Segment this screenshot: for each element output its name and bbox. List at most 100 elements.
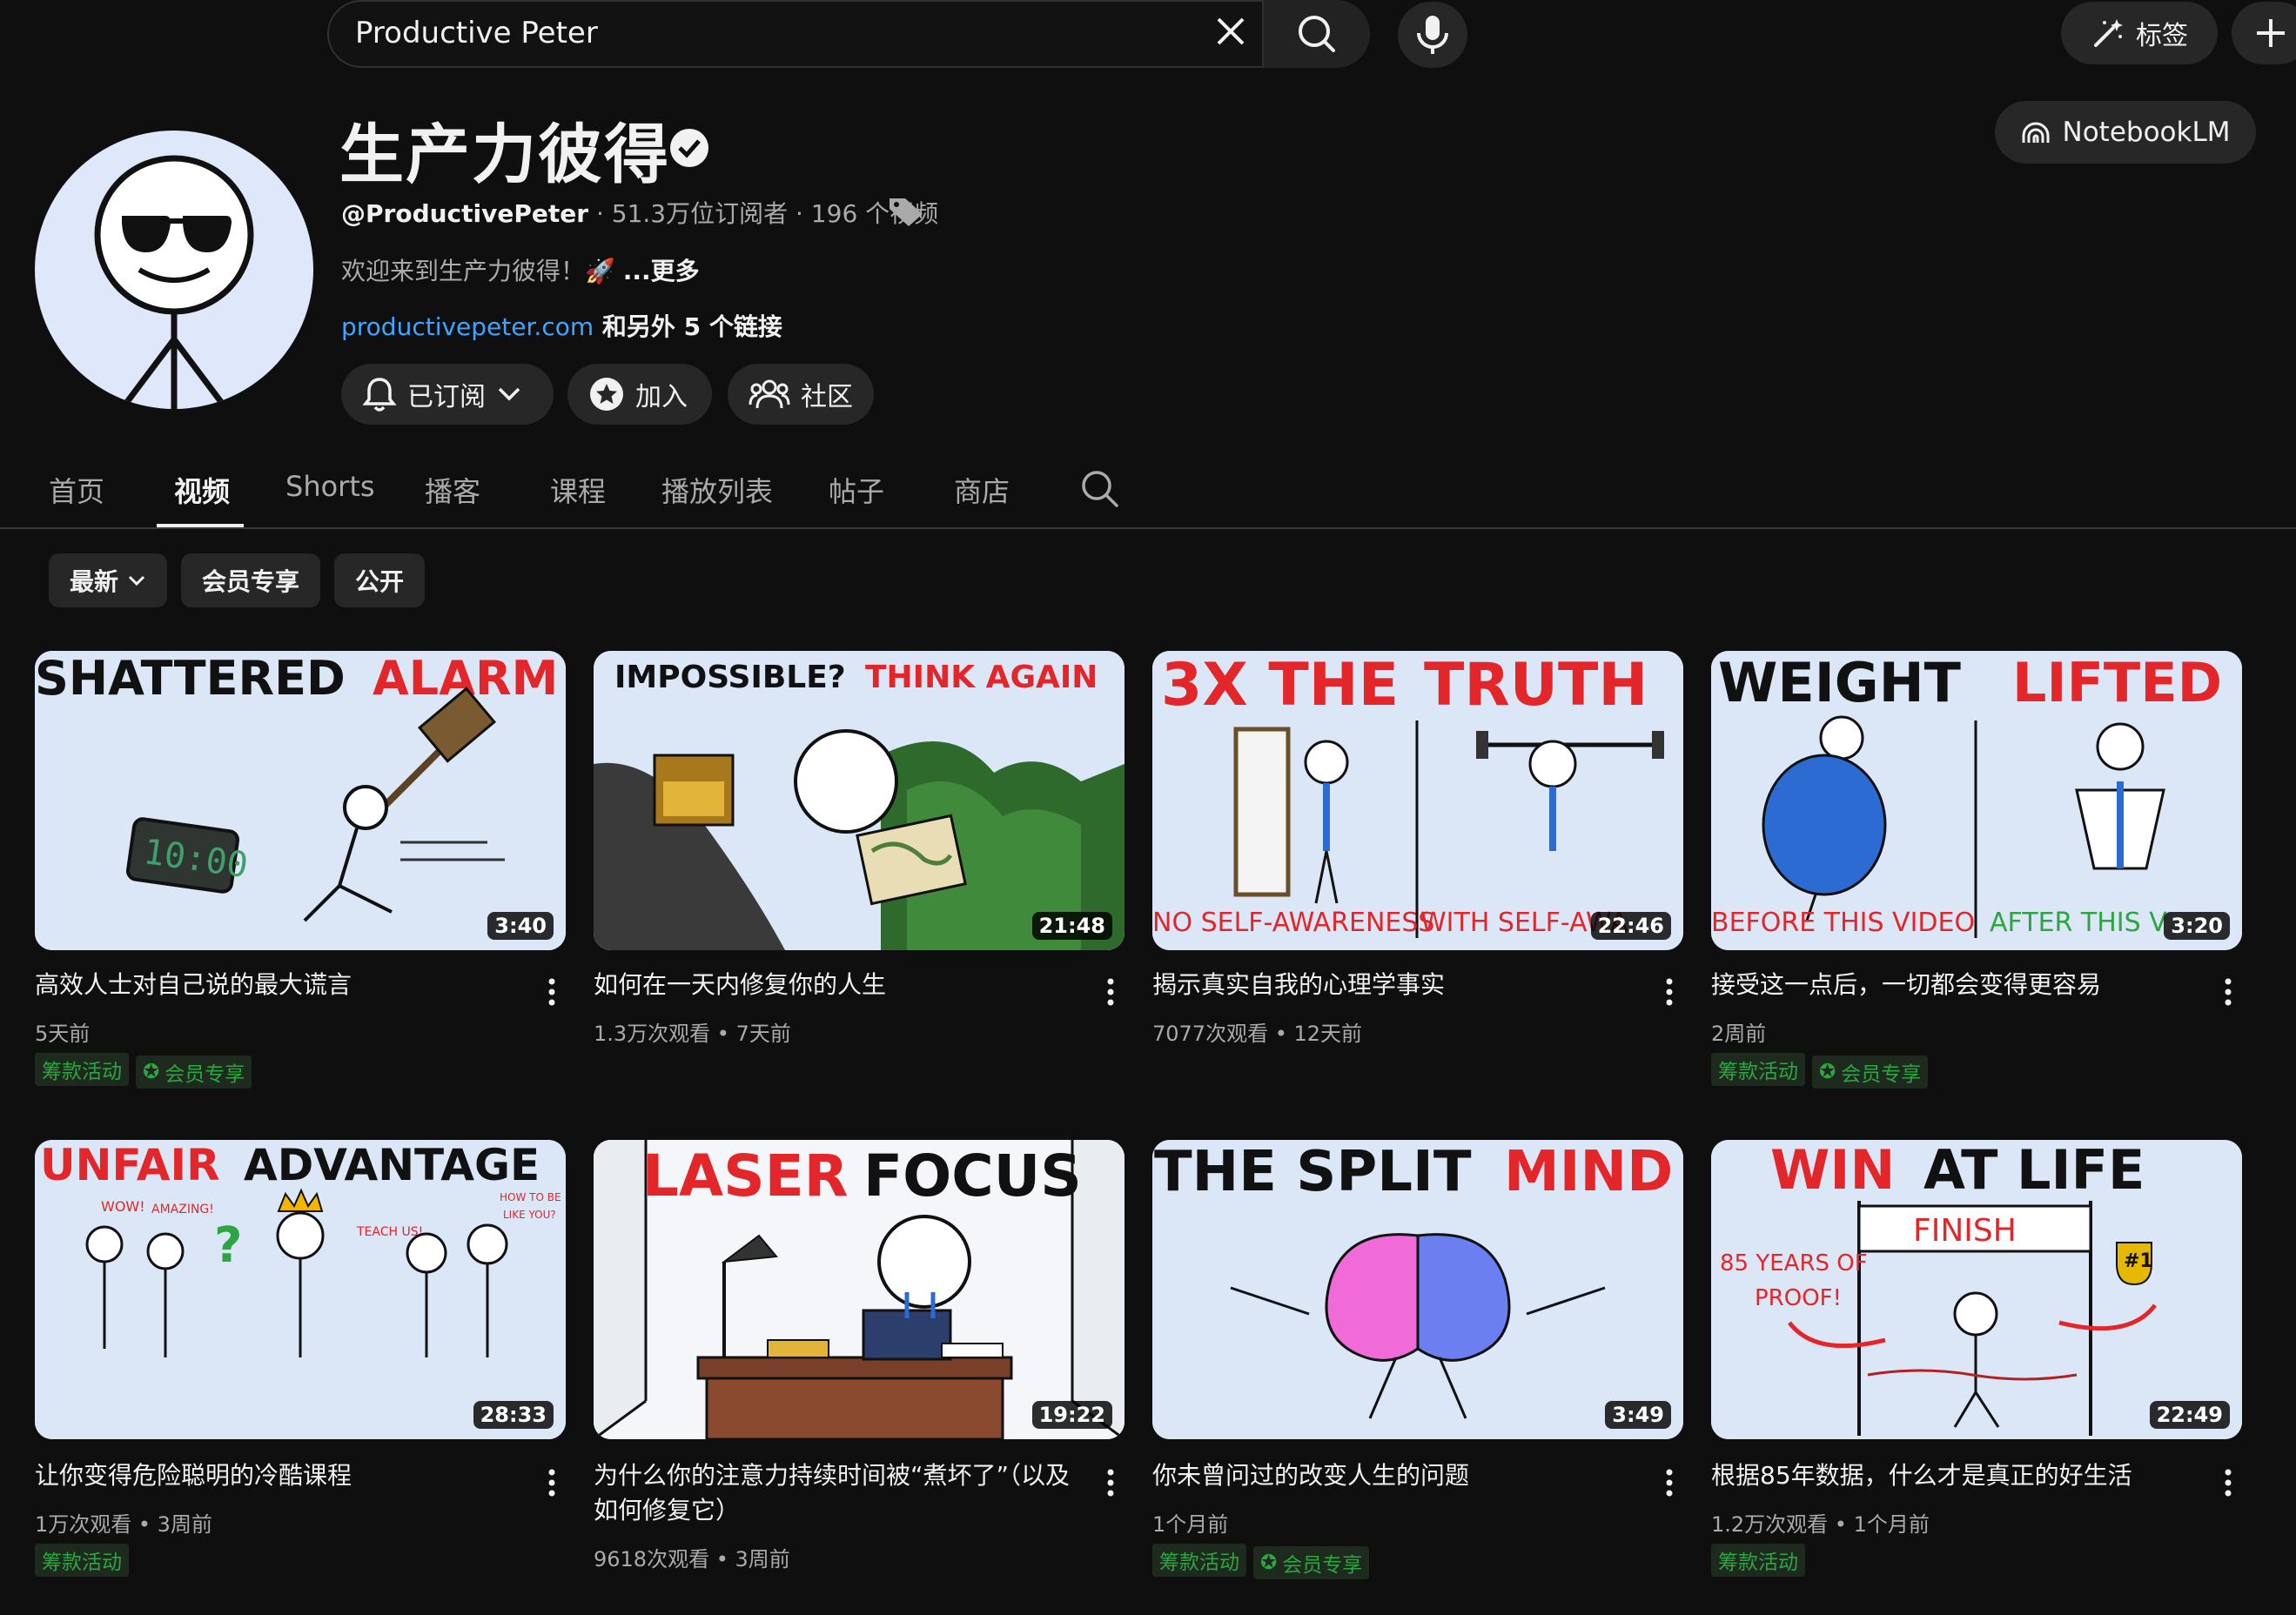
verified-icon [668,127,710,169]
thumb-title-a: WIN [1770,1140,1895,1202]
more-actions-icon[interactable] [1661,1465,1678,1500]
svg-text:?: ? [214,1217,242,1274]
search-input[interactable]: Productive Peter [355,16,598,50]
more-link[interactable]: ...更多 [623,257,700,285]
thumb-caption-right: AFTER THIS V [1990,908,2167,938]
chevron-down-icon [128,575,145,586]
video-title[interactable]: 揭示真实自我的心理学事实 [1152,968,1640,1002]
thumb-title-a: SHATTERED [35,651,346,706]
thumb-title-b: THINK AGAIN [865,660,1098,695]
video-meta: 1.2万次观看 • 1个月前 [1711,1512,1930,1537]
chip-members-only[interactable]: 会员专享 [181,553,320,607]
tab-shorts[interactable]: Shorts [285,470,375,503]
video-thumbnail[interactable]: LASER FOCUS 19:22 [594,1140,1125,1439]
video-title[interactable]: 如何在一天内修复你的人生 [594,968,1081,1002]
video-title[interactable]: 接受这一点后，一切都会变得更容易 [1711,968,2199,1002]
video-title[interactable]: 为什么你的注意力持续时间被“煮坏了”（以及如何修复它） [594,1458,1081,1528]
video-thumbnail[interactable]: IMPOSSIBLE? THINK AGAIN 21:48 [594,651,1125,950]
video-title[interactable]: 高效人士对自己说的最大谎言 [35,968,522,1002]
channel-link[interactable]: productivepeter.com [341,312,594,341]
chevron-down-icon [498,387,520,401]
join-button[interactable]: 加入 [567,364,712,425]
thumb-word: #1 [2124,1250,2153,1272]
tag-label: 标签 [2136,21,2188,51]
more-actions-icon[interactable] [1661,975,1678,1009]
video-meta: 1个月前 [1152,1512,1229,1537]
channel-description[interactable]: 欢迎来到生产力彼得！🚀 ...更多 [341,252,700,287]
fundraiser-badge: 筹款活动 [1711,1544,1805,1577]
more-actions-icon[interactable] [1102,1465,1119,1500]
video-thumbnail[interactable]: SHATTERED ALARM 10:00 3:40 [35,651,566,950]
create-button[interactable] [2232,2,2296,64]
video-title[interactable]: 让你变得危险聪明的冷酷课程 [35,1458,522,1493]
members-icon: ✪ [1260,1551,1278,1574]
video-thumbnail[interactable]: 3X THE TRUTH NO SELF-AWARENESS WITH SELF… [1152,651,1683,950]
thumb-title-b: ADVANTAGE [244,1140,540,1190]
people-icon [749,379,790,409]
thumb-title-a: UNFAIR [40,1140,220,1190]
thumb-word: FINISH [1913,1213,2017,1249]
video-title[interactable]: 你未曾问过的改变人生的问题 [1152,1458,1640,1493]
video-thumbnail[interactable]: WEIGHT LIFTED BEFORE THIS VIDEO AFTER TH… [1711,651,2242,950]
members-badge: ✪ 会员专享 [1253,1546,1370,1579]
thumb-title-a: IMPOSSIBLE? [614,660,846,695]
more-actions-icon[interactable] [2219,1465,2237,1500]
plus-icon [2257,19,2285,47]
video-meta: 7077次观看 • 12天前 [1152,1022,1363,1046]
tab-videos[interactable]: 视频 [174,470,230,510]
channel-links[interactable]: productivepeter.com 和另外 5 个链接 [341,308,782,343]
chip-latest-label: 最新 [69,567,118,596]
thumb-word: WOW! [101,1198,145,1215]
thumb-title-a: LASER [642,1143,849,1210]
channel-avatar[interactable] [35,131,313,409]
chip-latest[interactable]: 最新 [49,553,167,607]
bell-icon [362,378,397,412]
voice-search-button[interactable] [1398,2,1467,68]
tab-courses[interactable]: 课程 [550,470,606,510]
fundraiser-badge: 筹款活动 [35,1053,129,1086]
video-duration: 28:33 [473,1401,554,1429]
tab-podcasts[interactable]: 播客 [425,470,480,510]
more-links[interactable]: 和另外 5 个链接 [594,312,782,341]
video-duration: 3:20 [2164,912,2230,940]
search-button[interactable] [1262,0,1370,68]
video-thumbnail[interactable]: WIN AT LIFE FINISH 85 YEARS OF PROOF! #1… [1711,1140,2242,1439]
tab-playlists[interactable]: 播放列表 [661,470,773,510]
video-meta: 1万次观看 • 3周前 [35,1512,212,1537]
thumb-word: AMAZING! [151,1203,214,1216]
video-thumbnail[interactable]: THE SPLIT MIND 3:49 [1152,1140,1683,1439]
tab-home[interactable]: 首页 [49,470,104,510]
members-badge: ✪ 会员专享 [136,1055,252,1089]
thumb-title-b: AT LIFE [1923,1140,2145,1202]
more-actions-icon[interactable] [2219,975,2237,1009]
video-duration: 19:22 [1031,1401,1112,1429]
tab-posts[interactable]: 帖子 [829,470,884,510]
video-duration: 3:40 [487,912,554,940]
chip-public[interactable]: 公开 [334,553,425,607]
channel-meta: @ProductivePeter · 51.3万位订阅者 · 196 个视频 [341,195,938,230]
members-badge-label: 会员专享 [1282,1554,1363,1577]
members-icon: ✪ [1819,1061,1836,1083]
video-duration: 22:49 [2149,1401,2230,1429]
thumb-word: 85 YEARS OF [1720,1250,1868,1277]
clear-search-icon[interactable] [1212,12,1250,50]
notebooklm-button[interactable]: NotebookLM [1995,101,2256,164]
more-actions-icon[interactable] [1102,975,1119,1009]
community-label: 社区 [801,382,853,412]
community-button[interactable]: 社区 [728,364,874,425]
video-title[interactable]: 根据85年数据，什么才是真正的好生活 [1711,1458,2199,1493]
notebooklm-label: NotebookLM [2062,117,2231,148]
subscribed-button[interactable]: 已订阅 [341,364,554,425]
video-thumbnail[interactable]: UNFAIR ADVANTAGE WOW! AMAZING! TEACH US!… [35,1140,566,1439]
tab-store[interactable]: 商店 [954,470,1010,510]
members-badge: ✪ 会员专享 [1812,1055,1929,1089]
more-actions-icon[interactable] [543,1465,561,1500]
tag-button[interactable]: 标签 [2061,2,2218,64]
more-actions-icon[interactable] [543,975,561,1009]
join-label: 加入 [635,382,688,412]
channel-search-icon[interactable] [1079,468,1121,513]
price-tag-icon[interactable] [886,193,926,228]
video-duration: 21:48 [1031,912,1112,940]
members-badge-label: 会员专享 [164,1063,245,1086]
video-meta: 9618次观看 • 3周前 [594,1547,790,1571]
